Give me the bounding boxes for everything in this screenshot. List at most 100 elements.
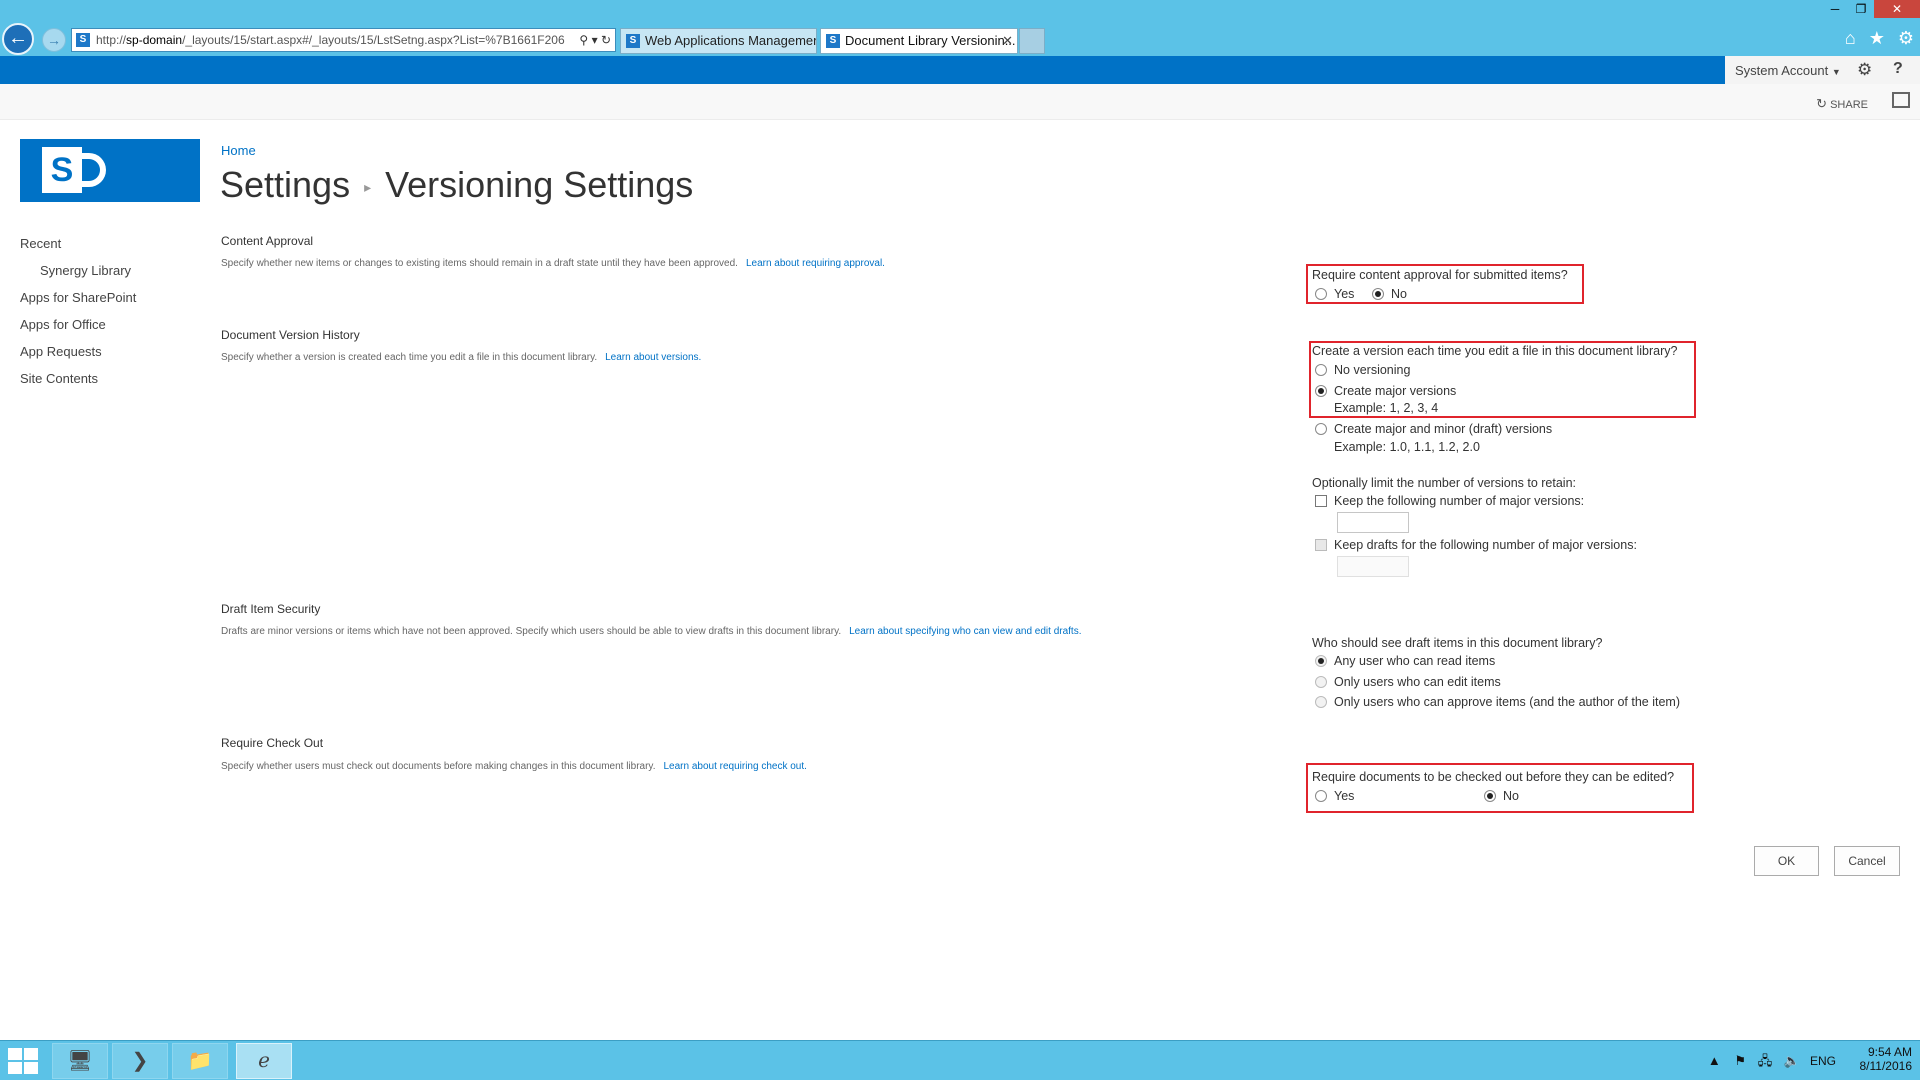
refresh-icon[interactable]: ↻	[601, 33, 611, 47]
powershell-icon[interactable]: ❯	[112, 1043, 168, 1079]
page-action-row: ↻ SHARE	[0, 84, 1920, 120]
windows-taskbar: 🖥 ❯ 📁 ℯ ▲ ⚑ 🖧 🔈 ENG 9:54 AM 8/11/2016	[0, 1040, 1920, 1080]
draft-any-reader-radio[interactable]	[1315, 655, 1327, 667]
cancel-button[interactable]: Cancel	[1834, 846, 1900, 876]
clock[interactable]: 9:54 AM 8/11/2016	[1852, 1045, 1913, 1073]
clock-time: 9:54 AM	[1867, 1045, 1912, 1059]
content-approval-yes-radio[interactable]	[1315, 288, 1327, 300]
draft-security-title: Draft Item Security	[221, 602, 321, 616]
tab-document-library-versioning[interactable]: S Document Library Versionin... ✕	[820, 28, 1018, 54]
network-icon[interactable]: 🖧	[1758, 1053, 1773, 1068]
new-tab-button[interactable]	[1019, 28, 1045, 54]
version-history-desc-text: Specify whether a version is created eac…	[221, 352, 598, 363]
ok-button[interactable]: OK	[1754, 846, 1819, 876]
show-hidden-icons-icon[interactable]: ▲	[1708, 1053, 1721, 1068]
check-out-no-radio[interactable]	[1484, 790, 1496, 802]
learn-versions-link[interactable]: Learn about versions.	[605, 352, 701, 363]
content-approval-desc-text: Specify whether new items or changes to …	[221, 258, 738, 269]
keep-major-versions-checkbox[interactable]	[1315, 495, 1327, 507]
nav-item-synergy-library[interactable]: Synergy Library	[40, 263, 131, 278]
no-versioning-radio[interactable]	[1315, 364, 1327, 376]
breadcrumb-home-link[interactable]: Home	[221, 143, 256, 158]
title-parent[interactable]: Settings	[220, 164, 350, 205]
forward-arrow-icon[interactable]: →	[42, 28, 66, 52]
content-approval-title: Content Approval	[221, 234, 314, 248]
drafts-count-input[interactable]	[1337, 556, 1409, 577]
restore-icon[interactable]: ❐	[1848, 0, 1874, 18]
back-arrow-icon[interactable]: ←	[2, 23, 34, 55]
learn-check-out-link[interactable]: Learn about requiring check out.	[663, 761, 806, 772]
draft-approvers-radio[interactable]	[1315, 696, 1327, 708]
check-out-desc-text: Specify whether users must check out doc…	[221, 761, 656, 772]
share-icon: ↻	[1816, 96, 1828, 111]
nav-item-site-contents[interactable]: Site Contents	[20, 371, 98, 386]
browser-toolbar: ← → S http://sp-domain/_layouts/15/start…	[0, 0, 1920, 56]
version-history-question: Create a version each time you edit a fi…	[1312, 344, 1678, 358]
learn-approval-link[interactable]: Learn about requiring approval.	[746, 258, 885, 269]
action-center-flag-icon[interactable]: ⚑	[1734, 1053, 1746, 1068]
minimize-icon[interactable]: ─	[1822, 0, 1848, 18]
major-versions-count-input[interactable]	[1337, 512, 1409, 533]
major-minor-versions-radio[interactable]	[1315, 423, 1327, 435]
version-history-description: Specify whether a version is created eac…	[221, 352, 701, 363]
sharepoint-favicon-icon: S	[626, 34, 640, 48]
check-out-description: Specify whether users must check out doc…	[221, 761, 807, 772]
dropdown-arrow-icon[interactable]: ▾	[592, 33, 598, 47]
share-button[interactable]: ↻ SHARE	[1816, 96, 1868, 112]
favorites-star-icon[interactable]: ★	[1869, 28, 1885, 48]
suite-bar-user-area: System Account ▼ ⚙ ?	[1725, 56, 1920, 84]
draft-security-desc-text: Drafts are minor versions or items which…	[221, 626, 842, 637]
title-current: Versioning Settings	[385, 164, 694, 205]
url-path: /_layouts/15/start.aspx#/_layouts/15/Lst…	[182, 33, 565, 47]
browser-tools: ⌂ ★ ⚙	[1837, 28, 1914, 49]
version-history-title: Document Version History	[221, 328, 360, 342]
keep-drafts-checkbox[interactable]	[1315, 539, 1327, 551]
home-icon[interactable]: ⌂	[1845, 28, 1856, 48]
user-menu[interactable]: System Account ▼	[1735, 56, 1841, 87]
help-icon[interactable]: ?	[1893, 60, 1903, 78]
major-minor-versions-label: Create major and minor (draft) versions	[1334, 422, 1553, 436]
suite-bar: System Account ▼ ⚙ ?	[0, 56, 1920, 84]
nav-item-recent[interactable]: Recent	[20, 236, 61, 251]
sharepoint-favicon-icon: S	[826, 34, 840, 48]
major-versions-radio[interactable]	[1315, 385, 1327, 397]
draft-security-description: Drafts are minor versions or items which…	[221, 626, 1082, 637]
tab-web-applications-management[interactable]: S Web Applications Management	[620, 28, 817, 54]
check-out-yes-radio[interactable]	[1315, 790, 1327, 802]
tools-gear-icon[interactable]: ⚙	[1898, 28, 1914, 48]
draft-editors-label: Only users who can edit items	[1334, 675, 1501, 689]
check-out-yes-label: Yes	[1334, 789, 1355, 803]
internet-explorer-icon[interactable]: ℯ	[236, 1043, 292, 1079]
content-approval-yes-label: Yes	[1334, 287, 1355, 301]
content-approval-description: Specify whether new items or changes to …	[221, 258, 885, 269]
settings-gear-icon[interactable]: ⚙	[1857, 60, 1872, 80]
close-window-icon[interactable]: ✕	[1874, 0, 1920, 18]
tab-label: Document Library Versionin...	[845, 33, 1016, 48]
language-indicator[interactable]: ENG	[1810, 1054, 1836, 1068]
site-logo[interactable]: S	[20, 139, 200, 202]
window-controls: ─ ❐ ✕	[1822, 0, 1920, 20]
page-title: Settings ▸ Versioning Settings	[220, 164, 693, 206]
server-manager-icon[interactable]: 🖥	[52, 1043, 108, 1079]
share-label: SHARE	[1830, 99, 1868, 111]
nav-item-apps-for-sharepoint[interactable]: Apps for SharePoint	[20, 290, 136, 305]
focus-on-content-icon[interactable]	[1892, 92, 1910, 108]
draft-editors-radio[interactable]	[1315, 676, 1327, 688]
content-approval-no-label: No	[1391, 287, 1407, 301]
nav-item-apps-for-office[interactable]: Apps for Office	[20, 317, 106, 332]
check-out-title: Require Check Out	[221, 736, 324, 750]
nav-item-app-requests[interactable]: App Requests	[20, 344, 102, 359]
search-icon[interactable]: ⚲	[579, 33, 588, 47]
address-bar[interactable]: S http://sp-domain/_layouts/15/start.asp…	[71, 28, 616, 52]
windows-start-icon[interactable]	[8, 1047, 42, 1075]
url-prefix: http://	[96, 33, 127, 47]
no-versioning-label: No versioning	[1334, 363, 1411, 377]
volume-muted-icon[interactable]: 🔈	[1784, 1053, 1800, 1068]
file-explorer-icon[interactable]: 📁	[172, 1043, 228, 1079]
content-approval-no-radio[interactable]	[1372, 288, 1384, 300]
learn-drafts-link[interactable]: Learn about specifying who can view and …	[849, 626, 1081, 637]
chevron-down-icon: ▼	[1831, 67, 1841, 77]
check-out-question: Require documents to be checked out befo…	[1312, 770, 1675, 784]
draft-approvers-label: Only users who can approve items (and th…	[1334, 695, 1681, 709]
close-tab-icon[interactable]: ✕	[1002, 29, 1013, 53]
